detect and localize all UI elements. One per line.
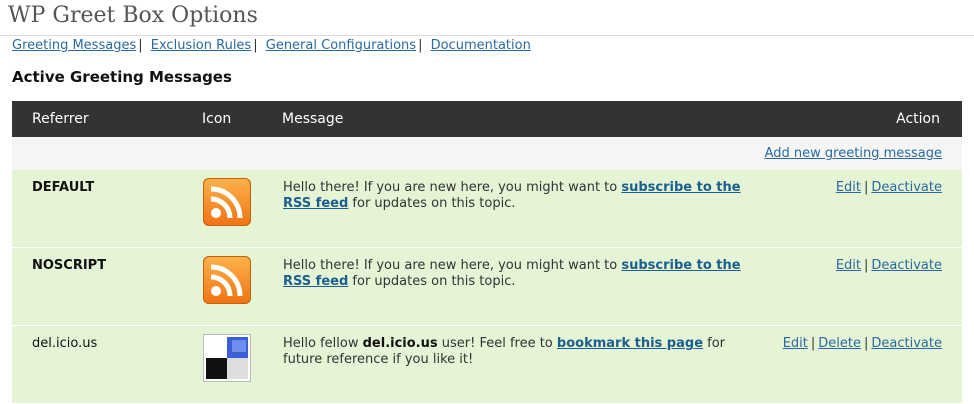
referrer-cell: NOSCRIPT bbox=[12, 247, 202, 326]
header-icon: Icon bbox=[202, 101, 282, 137]
table-row: DEFAULT Hello there! If you are new here… bbox=[12, 170, 962, 248]
section-title: Active Greeting Messages bbox=[12, 68, 232, 86]
action-separator: | bbox=[864, 336, 869, 351]
deactivate-link[interactable]: Deactivate bbox=[871, 336, 942, 351]
message-text: for updates on this topic. bbox=[348, 196, 516, 211]
header-action: Action bbox=[762, 101, 962, 137]
site-name: del.icio.us bbox=[362, 336, 438, 351]
icon-cell bbox=[202, 325, 282, 404]
deactivate-link[interactable]: Deactivate bbox=[871, 180, 942, 195]
edit-link[interactable]: Edit bbox=[836, 258, 861, 273]
nav-exclusion-rules-link[interactable]: Exclusion Rules bbox=[151, 38, 251, 53]
header-message: Message bbox=[282, 101, 762, 137]
nav-general-configurations-link[interactable]: General Configurations bbox=[266, 38, 416, 53]
message-text: Hello fellow bbox=[283, 336, 363, 351]
nav-documentation-link[interactable]: Documentation bbox=[431, 38, 531, 53]
add-row: Add new greeting message bbox=[12, 137, 962, 170]
action-separator: | bbox=[864, 258, 869, 273]
table-row: del.icio.us Hello fellow del.icio.us use… bbox=[12, 325, 962, 404]
message-cell: Hello there! If you are new here, you mi… bbox=[282, 247, 762, 326]
nav-greeting-messages-link[interactable]: Greeting Messages bbox=[12, 38, 136, 53]
message-text: user! Feel free to bbox=[437, 336, 557, 351]
message-text: Hello there! If you are new here, you mi… bbox=[283, 258, 622, 273]
page-title: WP Greet Box Options bbox=[8, 3, 258, 28]
edit-link[interactable]: Edit bbox=[836, 180, 861, 195]
edit-link[interactable]: Edit bbox=[783, 336, 808, 351]
deactivate-link[interactable]: Deactivate bbox=[871, 258, 942, 273]
icon-cell bbox=[202, 247, 282, 326]
title-divider bbox=[0, 35, 974, 36]
action-separator: | bbox=[810, 336, 816, 351]
action-cell: Edit | Deactivate bbox=[762, 170, 962, 248]
action-separator: | bbox=[864, 180, 869, 195]
greetings-table: Referrer Icon Message Action Add new gre… bbox=[12, 101, 962, 404]
table-header-row: Referrer Icon Message Action bbox=[12, 101, 962, 137]
header-referrer: Referrer bbox=[12, 101, 202, 137]
delicious-icon bbox=[203, 334, 251, 382]
icon-cell bbox=[202, 170, 282, 248]
add-new-greeting-link[interactable]: Add new greeting message bbox=[765, 146, 942, 161]
rss-feed-icon bbox=[203, 256, 251, 304]
message-text: Hello there! If you are new here, you mi… bbox=[283, 180, 622, 195]
add-cell: Add new greeting message bbox=[12, 137, 962, 170]
message-cell: Hello fellow del.icio.us user! Feel free… bbox=[282, 325, 762, 404]
referrer-cell: DEFAULT bbox=[12, 170, 202, 248]
referrer-cell: del.icio.us bbox=[12, 325, 202, 404]
action-cell: Edit | Delete | Deactivate bbox=[762, 325, 962, 404]
sub-navigation: Greeting Messages | Exclusion Rules | Gene… bbox=[12, 38, 531, 56]
action-cell: Edit | Deactivate bbox=[762, 247, 962, 326]
message-text: for updates on this topic. bbox=[348, 274, 516, 289]
table-row: NOSCRIPT Hello there! If you are new her… bbox=[12, 247, 962, 326]
message-cell: Hello there! If you are new here, you mi… bbox=[282, 170, 762, 248]
delete-link[interactable]: Delete bbox=[818, 336, 861, 351]
nav-separator: | bbox=[418, 38, 423, 53]
bookmark-page-link[interactable]: bookmark this page bbox=[557, 336, 703, 351]
nav-separator: | bbox=[253, 38, 258, 53]
rss-feed-icon bbox=[203, 178, 251, 226]
nav-separator: | bbox=[138, 38, 143, 53]
